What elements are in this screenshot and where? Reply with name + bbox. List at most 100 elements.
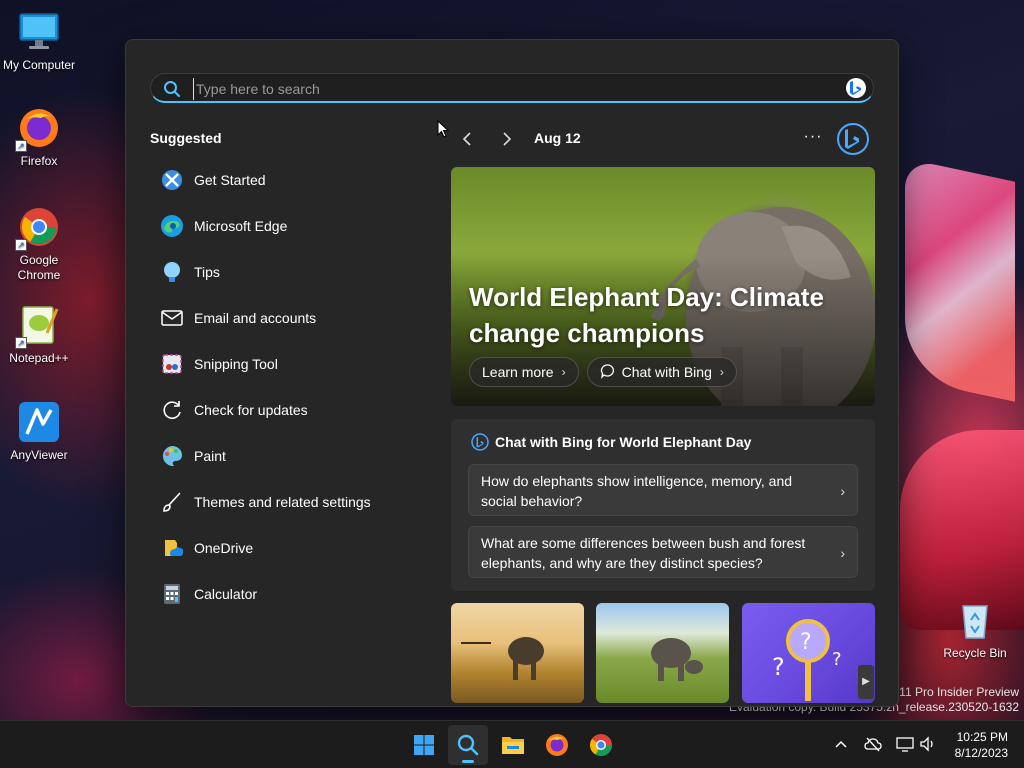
taskbar-file-explorer[interactable] xyxy=(493,725,533,765)
brush-icon xyxy=(160,490,184,514)
bing-chat-card-title: Chat with Bing for World Elephant Day xyxy=(495,434,752,450)
get-started-icon xyxy=(160,168,184,192)
taskbar-search-button[interactable] xyxy=(448,725,488,765)
desktop-icon-label: Recycle Bin xyxy=(943,646,1007,660)
bing-question-text: How do elephants show intelligence, memo… xyxy=(481,473,793,509)
chevron-left-icon xyxy=(462,132,471,146)
suggested-item-tips[interactable]: Tips xyxy=(150,249,410,295)
suggested-item-snipping-tool[interactable]: Snipping Tool xyxy=(150,341,410,387)
chevron-right-icon: › xyxy=(840,545,845,561)
suggested-item-onedrive[interactable]: OneDrive xyxy=(150,525,410,571)
previous-button[interactable] xyxy=(452,124,482,154)
desktop-icon-label: Notepad++ xyxy=(9,351,69,365)
speaker-icon xyxy=(920,736,933,752)
mail-icon xyxy=(160,306,184,330)
chevron-right-icon: › xyxy=(719,365,724,379)
desktop-icon-recycle-bin[interactable]: Recycle Bin xyxy=(936,598,1014,661)
suggested-item-label: Snipping Tool xyxy=(194,356,278,372)
tips-icon xyxy=(160,260,184,284)
chat-with-bing-label: Chat with Bing xyxy=(621,364,712,380)
taskbar-clock[interactable]: 10:25 PM 8/12/2023 xyxy=(955,729,1008,761)
search-panel: Suggested Get Started Microsoft Edge Tip… xyxy=(125,39,899,707)
paint-icon xyxy=(160,444,184,468)
svg-text:?: ? xyxy=(772,653,785,681)
suggested-list: Get Started Microsoft Edge Tips Email an… xyxy=(150,157,410,617)
bing-icon[interactable] xyxy=(845,77,867,99)
suggested-item-label: Tips xyxy=(194,264,220,280)
suggested-item-email[interactable]: Email and accounts xyxy=(150,295,410,341)
suggested-item-label: Themes and related settings xyxy=(194,494,371,510)
mouse-cursor-icon xyxy=(437,119,450,138)
bing-question[interactable]: How do elephants show intelligence, memo… xyxy=(468,464,858,516)
svg-text:?: ? xyxy=(832,649,842,670)
suggested-item-calculator[interactable]: Calculator xyxy=(150,571,410,617)
bing-question-text: What are some differences between bush a… xyxy=(481,535,806,571)
desktop-icon-notepadpp[interactable]: ↗ Notepad++ xyxy=(0,303,78,366)
show-hidden-icons-button[interactable] xyxy=(832,735,850,753)
bing-question[interactable]: What are some differences between bush a… xyxy=(468,526,858,578)
desktop-icon-my-computer[interactable]: My Computer xyxy=(0,10,78,73)
chevron-up-icon xyxy=(835,740,847,748)
shortcut-arrow-icon: ↗ xyxy=(15,140,27,152)
suggested-item-get-started[interactable]: Get Started xyxy=(150,157,410,203)
cloud-offline-icon xyxy=(864,737,882,752)
learn-more-button[interactable]: Learn more › xyxy=(469,357,579,387)
calculator-icon xyxy=(160,582,184,606)
tray-network-icon[interactable] xyxy=(864,735,882,753)
suggested-item-label: Calculator xyxy=(194,586,258,602)
snipping-tool-icon xyxy=(160,352,184,376)
chevron-right-icon xyxy=(503,132,512,146)
suggested-item-label: Paint xyxy=(194,448,226,464)
taskbar: 10:25 PM 8/12/2023 xyxy=(0,720,1024,768)
desktop-icon-anyviewer[interactable]: AnyViewer xyxy=(0,400,78,463)
firefox-icon xyxy=(546,734,568,756)
next-button[interactable] xyxy=(492,124,522,154)
desktop-icon-label: My Computer xyxy=(2,58,76,72)
chat-with-bing-button[interactable]: Chat with Bing › xyxy=(586,357,737,387)
suggested-item-label: OneDrive xyxy=(194,540,254,556)
thumbnail-card[interactable] xyxy=(596,603,729,703)
chat-bubble-icon xyxy=(600,363,616,382)
desktop-icon-label: AnyViewer xyxy=(10,448,68,462)
thumbnail-card[interactable] xyxy=(451,603,584,703)
scroll-right-button[interactable]: ▶ xyxy=(858,665,874,699)
desktop-icon-firefox[interactable]: ↗ Firefox xyxy=(0,106,78,169)
more-options-button[interactable]: ··· xyxy=(798,124,828,154)
highlights-date: Aug 12 xyxy=(534,130,581,146)
suggested-heading: Suggested xyxy=(150,130,222,146)
suggested-item-paint[interactable]: Paint xyxy=(150,433,410,479)
desktop-icon-label: Firefox xyxy=(20,154,58,168)
chevron-right-icon: › xyxy=(561,365,566,379)
notepadpp-icon: ↗ xyxy=(15,303,61,349)
taskbar-chrome[interactable] xyxy=(581,725,621,765)
suggested-item-edge[interactable]: Microsoft Edge xyxy=(150,203,410,249)
thumbnail-card[interactable]: ? ? ? xyxy=(742,603,875,703)
edge-icon xyxy=(160,214,184,238)
tray-display-icon[interactable] xyxy=(896,735,914,753)
hero-buttons: Learn more › Chat with Bing › xyxy=(469,357,737,387)
suggested-item-label: Check for updates xyxy=(194,402,308,418)
clock-time: 10:25 PM xyxy=(956,730,1008,744)
wallpaper-shape xyxy=(905,158,1015,402)
hero-card[interactable]: World Elephant Day: Climate change champ… xyxy=(451,167,875,406)
desktop-icon-chrome[interactable]: ↗ Google Chrome xyxy=(0,205,78,283)
anyviewer-icon xyxy=(17,400,61,444)
firefox-icon: ↗ xyxy=(15,106,61,152)
taskbar-firefox[interactable] xyxy=(537,725,577,765)
highlights-nav: Aug 12 ··· xyxy=(426,122,876,156)
elephant-family-image xyxy=(651,638,703,681)
suggested-item-themes[interactable]: Themes and related settings xyxy=(150,479,410,525)
elephant-savanna-image xyxy=(461,637,544,680)
desktop-icon-label: Google Chrome xyxy=(17,253,61,282)
search-input[interactable] xyxy=(193,78,813,100)
tray-volume-icon[interactable] xyxy=(919,735,937,753)
shortcut-arrow-icon: ↗ xyxy=(15,239,27,251)
start-button[interactable] xyxy=(404,725,444,765)
folder-icon xyxy=(502,737,524,754)
bing-chat-icon[interactable] xyxy=(836,122,870,156)
refresh-icon xyxy=(160,398,184,422)
search-box[interactable] xyxy=(150,73,874,103)
suggested-item-check-updates[interactable]: Check for updates xyxy=(150,387,410,433)
bing-icon xyxy=(471,433,489,451)
learn-more-label: Learn more xyxy=(482,364,554,380)
